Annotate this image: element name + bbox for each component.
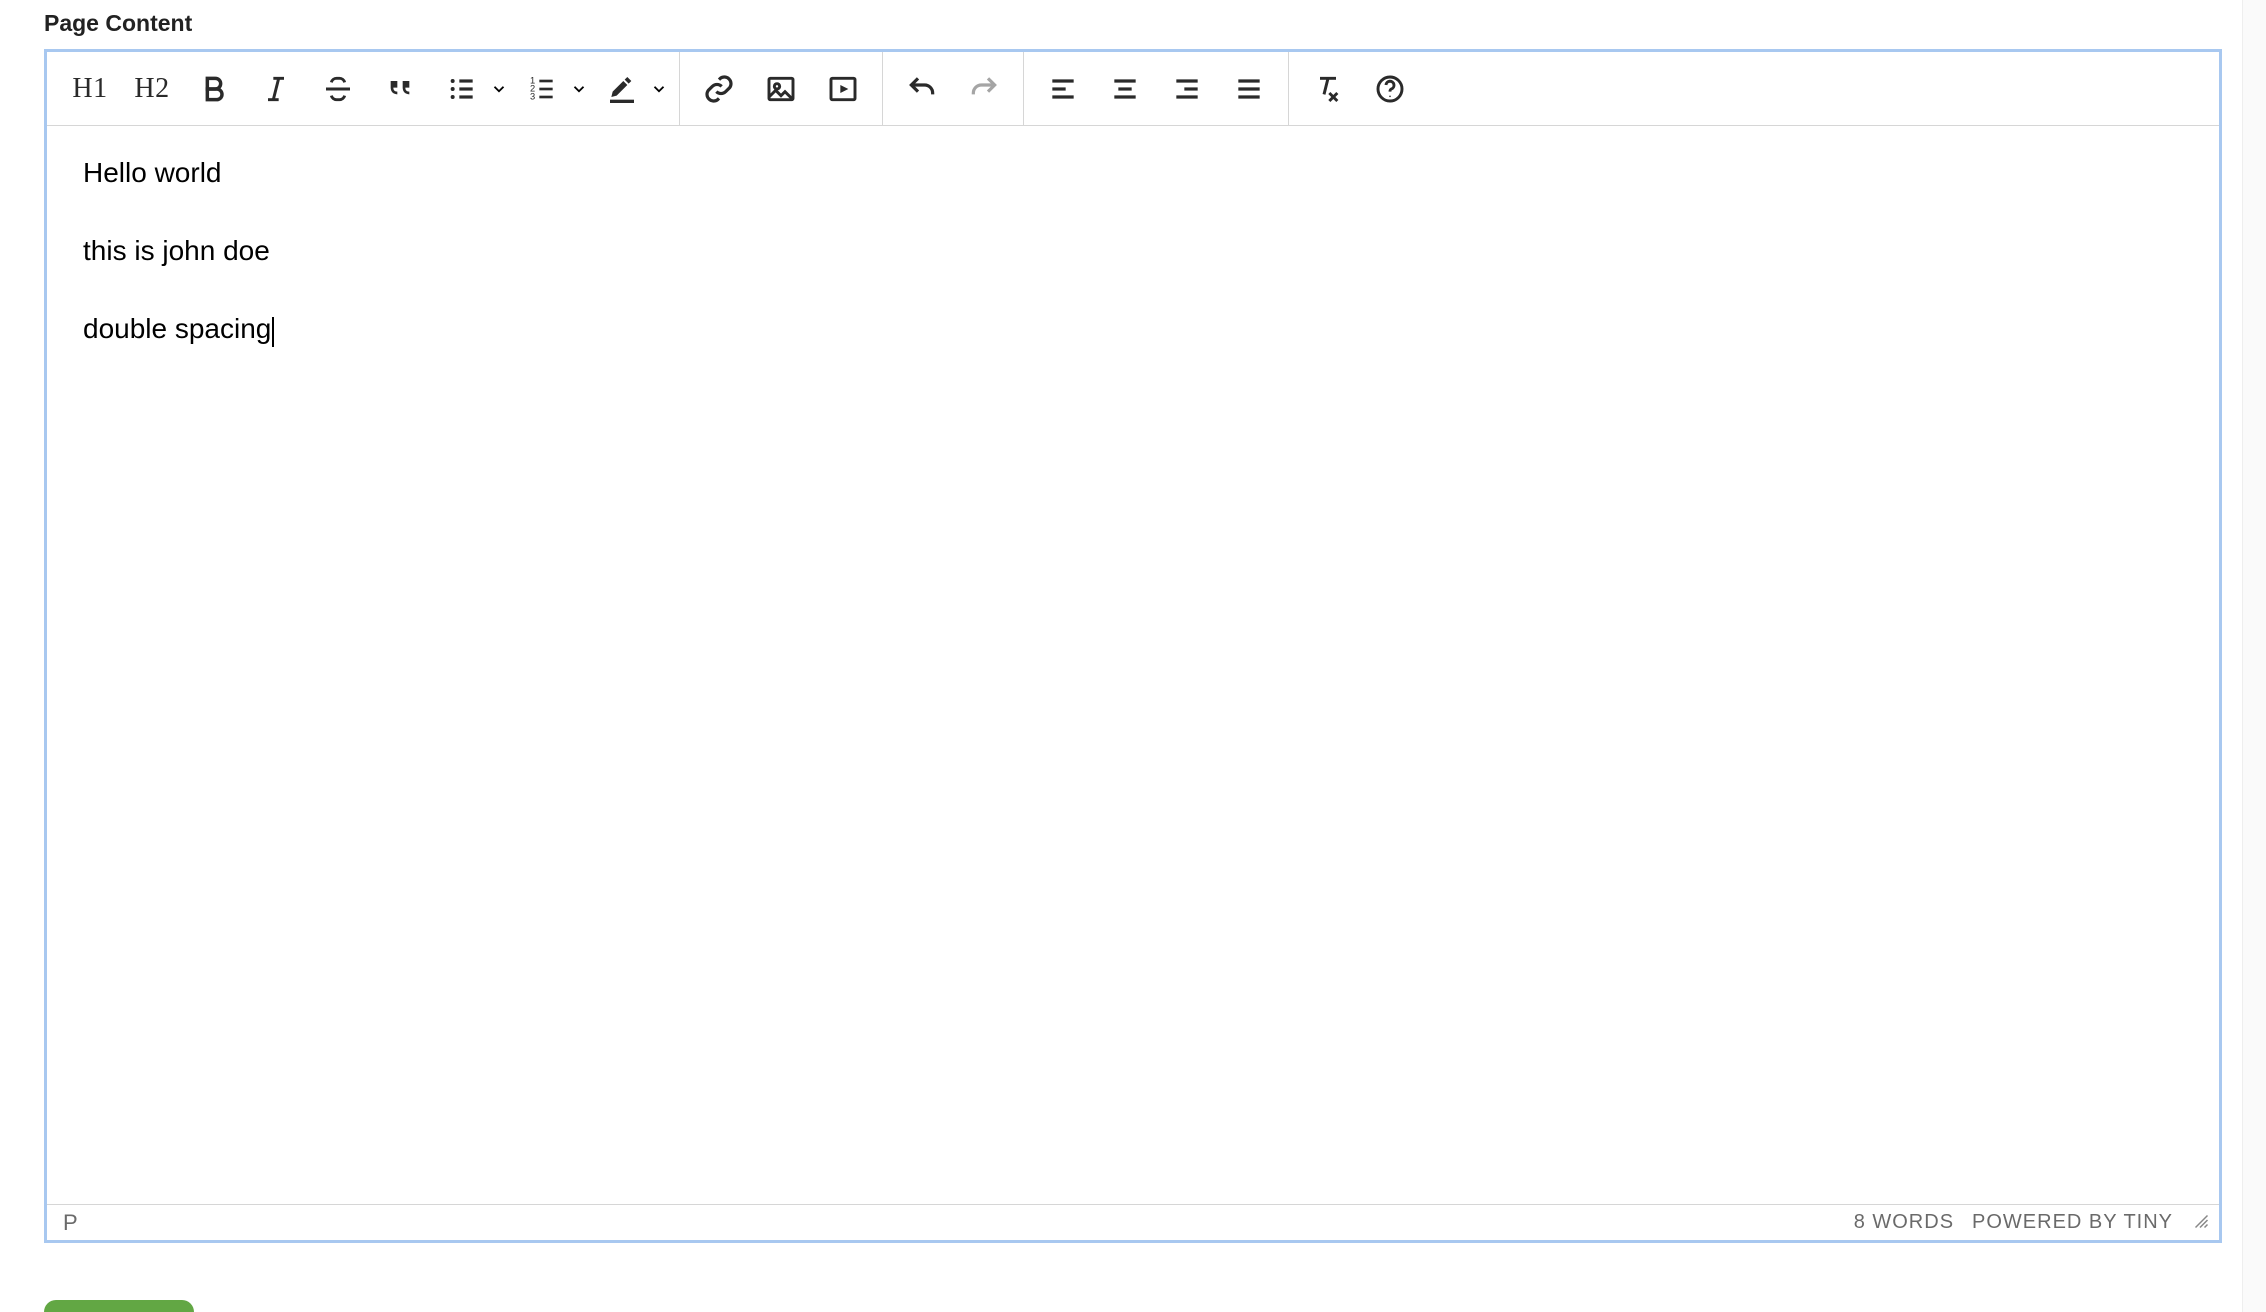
chevron-down-icon xyxy=(570,80,588,98)
chevron-down-icon xyxy=(490,80,508,98)
paragraph[interactable]: this is john doe xyxy=(83,232,2183,270)
heading2-button[interactable]: H2 xyxy=(123,60,181,118)
italic-icon xyxy=(260,73,292,105)
bold-icon xyxy=(198,73,230,105)
clear-formatting-icon xyxy=(1312,73,1344,105)
svg-text:3: 3 xyxy=(530,91,535,101)
strikethrough-icon xyxy=(322,73,354,105)
chevron-down-icon xyxy=(650,80,668,98)
section-label: Page Content xyxy=(44,0,2222,49)
align-center-icon xyxy=(1109,73,1141,105)
editor-content-area[interactable]: Hello world this is john doe double spac… xyxy=(47,126,2219,1204)
editor-toolbar: H1 H2 xyxy=(47,52,2219,126)
resize-grip-icon xyxy=(2191,1211,2209,1229)
editor-statusbar: P 8 WORDS POWERED BY TINY xyxy=(47,1204,2219,1240)
align-justify-icon xyxy=(1233,73,1265,105)
paragraph[interactable]: double spacing xyxy=(83,310,2183,348)
bold-button[interactable] xyxy=(185,60,243,118)
numbered-list-dropdown[interactable] xyxy=(567,60,591,118)
quote-icon xyxy=(384,73,416,105)
toolbar-group-insert xyxy=(680,52,883,125)
vertical-scrollbar[interactable] xyxy=(2242,0,2266,1312)
toolbar-group-misc xyxy=(1289,52,1429,125)
highlight-button[interactable] xyxy=(593,60,651,118)
help-icon xyxy=(1374,73,1406,105)
element-path[interactable]: P xyxy=(63,1210,78,1236)
primary-action-button-peek[interactable] xyxy=(44,1300,194,1312)
branding-label[interactable]: POWERED BY TINY xyxy=(1972,1211,2173,1234)
align-left-icon xyxy=(1047,73,1079,105)
align-center-button[interactable] xyxy=(1096,60,1154,118)
help-button[interactable] xyxy=(1361,60,1419,118)
highlight-icon xyxy=(606,73,638,105)
bullet-list-dropdown[interactable] xyxy=(487,60,511,118)
text-cursor xyxy=(272,317,274,347)
link-button[interactable] xyxy=(690,60,748,118)
align-right-icon xyxy=(1171,73,1203,105)
italic-button[interactable] xyxy=(247,60,305,118)
align-justify-button[interactable] xyxy=(1220,60,1278,118)
paragraph[interactable]: Hello world xyxy=(83,154,2183,192)
highlight-dropdown[interactable] xyxy=(647,60,671,118)
redo-icon xyxy=(968,73,1000,105)
link-icon xyxy=(703,73,735,105)
heading1-button[interactable]: H1 xyxy=(61,60,119,118)
align-right-button[interactable] xyxy=(1158,60,1216,118)
word-count[interactable]: 8 WORDS xyxy=(1854,1211,1954,1234)
undo-icon xyxy=(906,73,938,105)
toolbar-group-history xyxy=(883,52,1024,125)
undo-button[interactable] xyxy=(893,60,951,118)
image-icon xyxy=(765,73,797,105)
bullet-list-icon xyxy=(446,73,478,105)
redo-button[interactable] xyxy=(955,60,1013,118)
toolbar-group-text: H1 H2 xyxy=(51,52,680,125)
rich-text-editor: H1 H2 xyxy=(44,49,2222,1243)
clear-formatting-button[interactable] xyxy=(1299,60,1357,118)
numbered-list-button[interactable]: 1 2 3 xyxy=(513,60,571,118)
bullet-list-button[interactable] xyxy=(433,60,491,118)
blockquote-button[interactable] xyxy=(371,60,429,118)
image-button[interactable] xyxy=(752,60,810,118)
strikethrough-button[interactable] xyxy=(309,60,367,118)
toolbar-group-align xyxy=(1024,52,1289,125)
numbered-list-icon: 1 2 3 xyxy=(526,73,558,105)
media-button[interactable] xyxy=(814,60,872,118)
resize-handle[interactable] xyxy=(2191,1211,2209,1235)
align-left-button[interactable] xyxy=(1034,60,1092,118)
media-icon xyxy=(827,73,859,105)
